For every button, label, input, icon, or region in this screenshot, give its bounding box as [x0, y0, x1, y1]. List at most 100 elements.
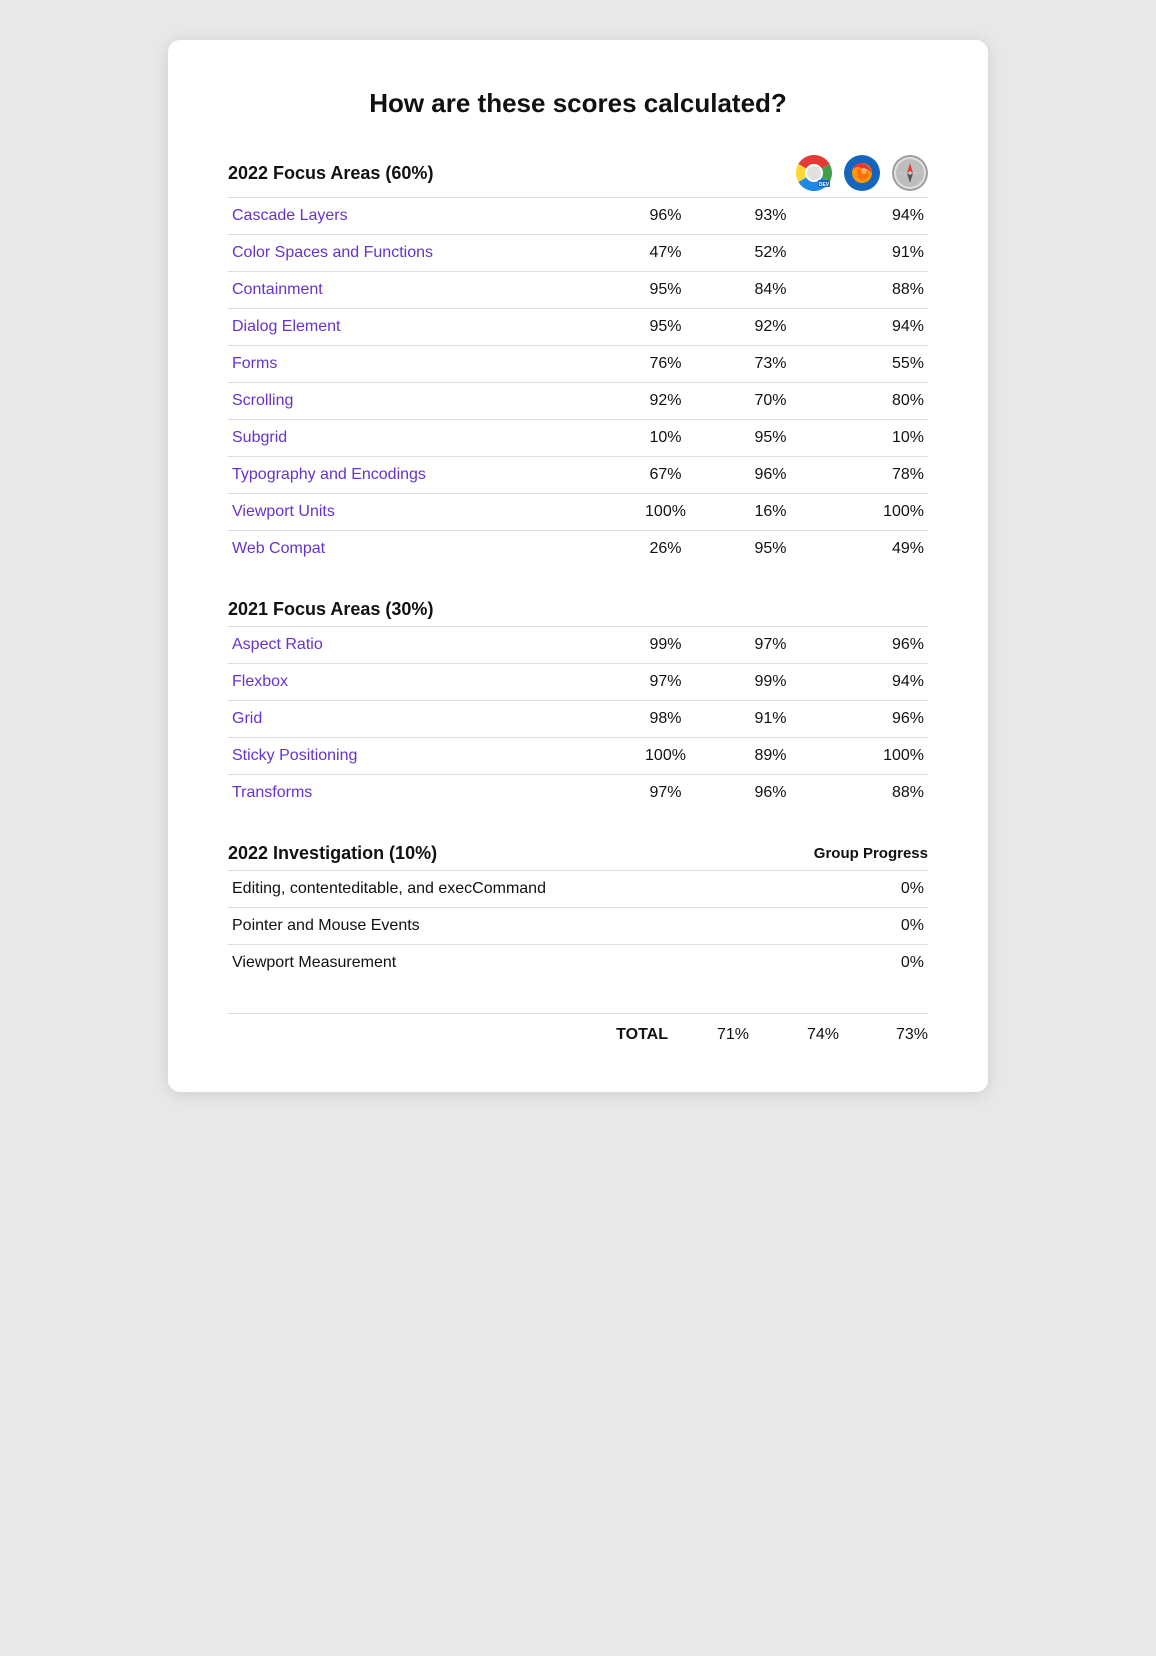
total-score-1: 71% [688, 1026, 778, 1044]
score-safari: 55% [823, 346, 928, 383]
table-row: Subgrid 10% 95% 10% [228, 420, 928, 457]
score-firefox: 16% [718, 494, 823, 531]
score-group: 0% [778, 871, 928, 908]
feature-name[interactable]: Scrolling [228, 383, 613, 420]
score-chrome: 26% [613, 531, 718, 568]
table-2021-focus: Aspect Ratio 99% 97% 96% Flexbox 97% 99%… [228, 626, 928, 811]
feature-name[interactable]: Dialog Element [228, 309, 613, 346]
score-chrome: 96% [613, 198, 718, 235]
score-chrome: 95% [613, 309, 718, 346]
feature-name: Editing, contenteditable, and execComman… [228, 871, 778, 908]
score-chrome: 97% [613, 775, 718, 812]
feature-name[interactable]: Typography and Encodings [228, 457, 613, 494]
table-row: Typography and Encodings 67% 96% 78% [228, 457, 928, 494]
table-row: Cascade Layers 96% 93% 94% [228, 198, 928, 235]
firefox-icon [844, 155, 880, 191]
feature-name[interactable]: Forms [228, 346, 613, 383]
section-2021-title: 2021 Focus Areas (30%) [228, 599, 433, 620]
score-chrome: 76% [613, 346, 718, 383]
table-row: Sticky Positioning 100% 89% 100% [228, 738, 928, 775]
score-safari: 96% [823, 701, 928, 738]
table-row: Forms 76% 73% 55% [228, 346, 928, 383]
table-2022-focus: Cascade Layers 96% 93% 94% Color Spaces … [228, 197, 928, 567]
table-row: Grid 98% 91% 96% [228, 701, 928, 738]
score-safari: 94% [823, 664, 928, 701]
safari-icon [892, 155, 928, 191]
table-row: Viewport Measurement 0% [228, 945, 928, 982]
feature-name[interactable]: Flexbox [228, 664, 613, 701]
score-firefox: 95% [718, 420, 823, 457]
chrome-dev-icon: DEV [796, 155, 832, 191]
browser-icons: DEV [796, 155, 928, 191]
score-firefox: 84% [718, 272, 823, 309]
feature-name[interactable]: Cascade Layers [228, 198, 613, 235]
feature-name[interactable]: Color Spaces and Functions [228, 235, 613, 272]
section-2022-inv-header: 2022 Investigation (10%) Group Progress [228, 843, 928, 870]
feature-name[interactable]: Grid [228, 701, 613, 738]
score-firefox: 97% [718, 627, 823, 664]
table-row: Web Compat 26% 95% 49% [228, 531, 928, 568]
feature-name: Pointer and Mouse Events [228, 908, 778, 945]
table-row: Scrolling 92% 70% 80% [228, 383, 928, 420]
total-score-3: 73% [868, 1026, 928, 1044]
feature-name[interactable]: Subgrid [228, 420, 613, 457]
table-row: Pointer and Mouse Events 0% [228, 908, 928, 945]
score-chrome: 92% [613, 383, 718, 420]
score-firefox: 96% [718, 775, 823, 812]
score-safari: 78% [823, 457, 928, 494]
table-2022-inv: Editing, contenteditable, and execComman… [228, 870, 928, 981]
table-row: Dialog Element 95% 92% 94% [228, 309, 928, 346]
section-2022-header: 2022 Focus Areas (60%) DEV [228, 155, 928, 197]
group-progress-label: Group Progress [814, 845, 928, 862]
score-firefox: 99% [718, 664, 823, 701]
total-row: TOTAL 71% 74% 73% [228, 1013, 928, 1044]
score-safari: 91% [823, 235, 928, 272]
score-firefox: 73% [718, 346, 823, 383]
section-2022-title: 2022 Focus Areas (60%) [228, 163, 433, 184]
score-chrome: 10% [613, 420, 718, 457]
score-firefox: 52% [718, 235, 823, 272]
score-safari: 49% [823, 531, 928, 568]
score-safari: 80% [823, 383, 928, 420]
score-safari: 100% [823, 738, 928, 775]
score-safari: 100% [823, 494, 928, 531]
feature-name: Viewport Measurement [228, 945, 778, 982]
score-safari: 88% [823, 775, 928, 812]
score-safari: 94% [823, 309, 928, 346]
feature-name[interactable]: Web Compat [228, 531, 613, 568]
table-row: Containment 95% 84% 88% [228, 272, 928, 309]
table-row: Flexbox 97% 99% 94% [228, 664, 928, 701]
score-firefox: 95% [718, 531, 823, 568]
score-chrome: 100% [613, 494, 718, 531]
score-chrome: 97% [613, 664, 718, 701]
table-row: Viewport Units 100% 16% 100% [228, 494, 928, 531]
score-chrome: 100% [613, 738, 718, 775]
feature-name[interactable]: Aspect Ratio [228, 627, 613, 664]
score-safari: 94% [823, 198, 928, 235]
score-chrome: 95% [613, 272, 718, 309]
table-row: Aspect Ratio 99% 97% 96% [228, 627, 928, 664]
score-safari: 96% [823, 627, 928, 664]
section-2022-inv-title: 2022 Investigation (10%) [228, 843, 437, 864]
total-score-2: 74% [778, 1026, 868, 1044]
feature-name[interactable]: Transforms [228, 775, 613, 812]
feature-name[interactable]: Containment [228, 272, 613, 309]
score-chrome: 47% [613, 235, 718, 272]
table-row: Editing, contenteditable, and execComman… [228, 871, 928, 908]
score-safari: 10% [823, 420, 928, 457]
score-safari: 88% [823, 272, 928, 309]
table-row: Transforms 97% 96% 88% [228, 775, 928, 812]
total-label: TOTAL [228, 1026, 688, 1044]
page-title: How are these scores calculated? [228, 88, 928, 119]
score-firefox: 96% [718, 457, 823, 494]
feature-name[interactable]: Viewport Units [228, 494, 613, 531]
table-row: Color Spaces and Functions 47% 52% 91% [228, 235, 928, 272]
score-firefox: 70% [718, 383, 823, 420]
section-2022-inv: 2022 Investigation (10%) Group Progress … [228, 843, 928, 981]
score-firefox: 93% [718, 198, 823, 235]
score-chrome: 99% [613, 627, 718, 664]
feature-name[interactable]: Sticky Positioning [228, 738, 613, 775]
score-chrome: 98% [613, 701, 718, 738]
svg-text:DEV: DEV [819, 182, 830, 188]
score-firefox: 89% [718, 738, 823, 775]
